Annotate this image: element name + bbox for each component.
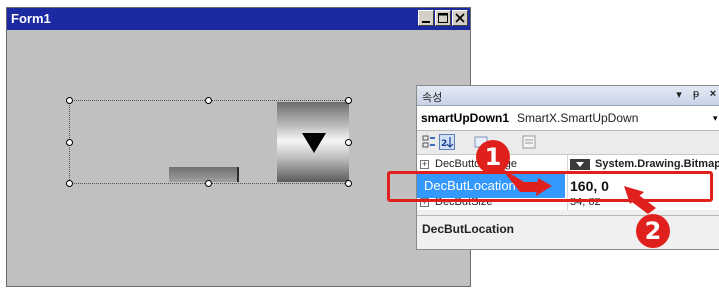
object-selector[interactable]: smartUpDown1 SmartX.SmartUpDown ▾ (417, 106, 719, 131)
properties-header: 속성 ▾ ᵽ × (417, 86, 719, 106)
categorized-button[interactable] (421, 134, 437, 150)
resize-handle-middle-right[interactable] (345, 139, 352, 146)
form-window: Form1 (6, 7, 471, 287)
chevron-down-icon[interactable]: ▾ (713, 106, 718, 130)
resize-handle-bottom-right[interactable] (345, 180, 352, 187)
properties-title: 속성 (422, 92, 443, 104)
resize-handle-middle-left[interactable] (66, 139, 73, 146)
arrow-down-icon (302, 133, 326, 153)
resize-handle-top-middle[interactable] (205, 97, 212, 104)
form-title: Form1 (11, 11, 51, 26)
form-titlebar[interactable]: Form1 (7, 8, 470, 30)
expand-icon[interactable]: + (420, 160, 429, 169)
minimize-icon (422, 21, 430, 23)
step-marker-2: 2 (636, 214, 670, 248)
categorized-icon (422, 135, 435, 148)
minimize-button[interactable] (418, 10, 434, 26)
decrement-button[interactable] (277, 102, 349, 182)
maximize-button[interactable] (435, 10, 451, 26)
pin-icon[interactable]: ᵽ (690, 88, 702, 100)
properties-toolbar: 2 (417, 131, 719, 155)
description-pane: DecButLocation (417, 215, 719, 249)
description-title: DecButLocation (422, 222, 515, 236)
property-pages-button[interactable] (521, 134, 537, 150)
resize-handle-bottom-middle[interactable] (205, 180, 212, 187)
form-design-surface[interactable] (7, 30, 470, 286)
close-button[interactable] (452, 10, 468, 26)
svg-text:2: 2 (441, 139, 447, 149)
properties-panel: 속성 ▾ ᵽ × smartUpDown1 SmartX.SmartUpDown… (416, 85, 719, 250)
resize-handle-top-left[interactable] (66, 97, 73, 104)
close-icon (455, 13, 465, 23)
property-pages-icon (522, 135, 536, 149)
increment-bar[interactable] (169, 167, 239, 182)
object-type: SmartX.SmartUpDown (517, 111, 639, 125)
step-marker-1: 1 (476, 140, 510, 174)
resize-handle-bottom-left[interactable] (66, 180, 73, 187)
close-icon[interactable]: × (707, 88, 719, 100)
image-dropdown-icon[interactable] (570, 159, 590, 170)
alphabetical-sort-icon: 2 (441, 137, 454, 149)
dropdown-icon[interactable]: ▾ (673, 88, 685, 101)
alphabetical-button[interactable]: 2 (439, 134, 455, 150)
object-name: smartUpDown1 (421, 111, 510, 125)
maximize-icon (438, 13, 448, 23)
highlight-box (387, 171, 713, 202)
resize-handle-top-right[interactable] (345, 97, 352, 104)
screenshot-stage: Form1 속성 ▾ ᵽ × smartUpDown1 SmartX.Smart… (0, 0, 719, 292)
